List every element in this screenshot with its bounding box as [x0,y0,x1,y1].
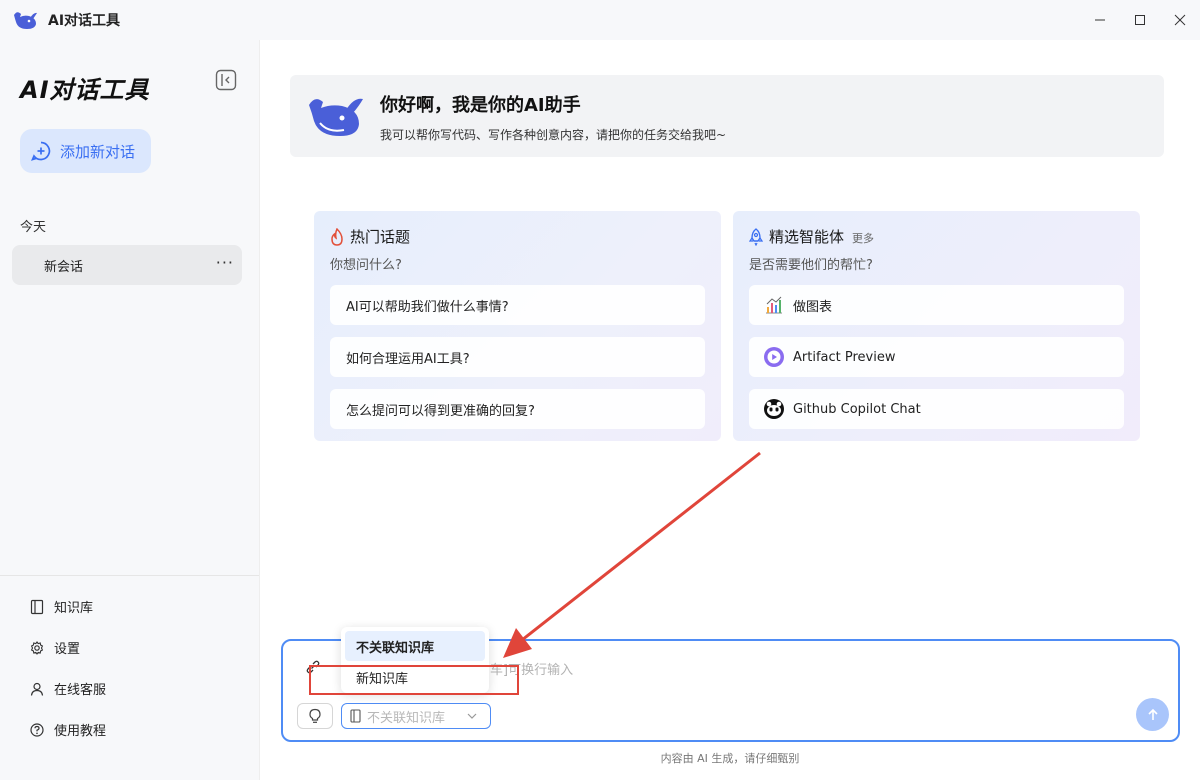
whale-logo-icon [14,12,37,30]
sidebar-divider [0,575,259,576]
knowledge-base-select[interactable]: 不关联知识库 [341,703,491,729]
new-chat-icon [31,141,51,161]
close-icon [1174,14,1186,26]
agents-title: 精选智能体 [769,228,845,246]
hot-topic-item[interactable]: AI可以帮助我们做什么事情? [330,285,705,325]
hot-topics-card: 热门话题 你想问什么? AI可以帮助我们做什么事情? 如何合理运用AI工具? 怎… [314,211,721,441]
hot-topics-subtitle: 你想问什么? [330,258,402,273]
lightbulb-icon [309,708,321,723]
agent-item-artifact-preview[interactable]: Artifact Preview [749,337,1124,377]
sidebar-item-knowledge-base[interactable]: 知识库 [30,597,93,616]
sidebar-item-label: 知识库 [54,601,94,616]
close-button[interactable] [1160,0,1200,40]
copilot-icon [764,399,784,419]
add-new-chat-button[interactable]: 添加新对话 [20,129,151,173]
whale-logo-icon [309,98,363,136]
annotation-highlight-box [309,665,519,695]
sidebar: AI对话工具 添加新对话 今天 新会话 ··· 知识库 设置 在线客服 使用教程 [0,40,260,780]
maximize-icon [1135,15,1145,25]
minimize-button[interactable] [1080,0,1120,40]
chart-icon [766,296,782,314]
sidebar-brand: AI对话工具 [20,76,150,104]
welcome-title: 你好啊，我是你的AI助手 [380,95,581,116]
footer-note: 内容由 AI 生成，请仔细甄别 [660,752,800,765]
book-icon [30,599,44,614]
agent-label: Github Copilot Chat [793,401,921,417]
section-today-label: 今天 [20,220,47,235]
sidebar-item-online-service[interactable]: 在线客服 [30,679,106,698]
sidebar-item-label: 在线客服 [54,683,107,698]
agent-label: Artifact Preview [793,349,896,365]
prompt-idea-button[interactable] [297,703,333,729]
agents-subtitle: 是否需要他们的帮忙? [749,258,873,273]
rocket-icon [749,227,763,246]
collapse-sidebar-icon[interactable] [214,68,238,92]
fire-icon [331,227,343,246]
send-button[interactable] [1136,698,1169,731]
sidebar-item-tutorial[interactable]: 使用教程 [30,720,106,739]
add-new-chat-label: 添加新对话 [60,142,136,161]
knowledge-base-select-value: 不关联知识库 [367,710,446,726]
sidebar-item-settings[interactable]: 设置 [30,638,80,657]
minimize-icon [1095,19,1105,21]
arrow-up-icon [1147,708,1158,720]
agent-item-github-copilot[interactable]: Github Copilot Chat [749,389,1124,429]
maximize-button[interactable] [1120,0,1160,40]
sidebar-item-label: 设置 [54,642,81,657]
hot-topic-item[interactable]: 怎么提问可以得到更准确的回复? [330,389,705,429]
welcome-subtitle: 我可以帮你写代码、写作各种创意内容，请把你的任务交给我吧~ [380,128,727,142]
book-icon [350,709,361,723]
sidebar-item-label: 使用教程 [54,724,107,739]
agents-more-link[interactable]: 更多 [852,230,874,246]
gear-icon [30,640,44,655]
dropdown-option-none[interactable]: 不关联知识库 [345,631,485,661]
hot-topic-item[interactable]: 如何合理运用AI工具? [330,337,705,377]
agent-item-chart[interactable]: 做图表 [749,285,1124,325]
agent-label: 做图表 [793,299,833,315]
play-icon [764,347,784,367]
session-label: 新会话 [44,259,84,275]
more-options-icon[interactable]: ··· [216,253,234,272]
app-title: AI对话工具 [48,13,121,29]
session-item[interactable]: 新会话 ··· [12,245,242,285]
chevron-down-icon [467,713,477,719]
help-icon [30,722,44,737]
title-bar: AI对话工具 [0,0,1200,40]
user-icon [30,682,44,696]
hot-topics-title: 热门话题 [350,228,411,246]
featured-agents-card: 精选智能体 更多 是否需要他们的帮忙? 做图表 Artifact Preview [733,211,1140,441]
welcome-banner: 你好啊，我是你的AI助手 我可以帮你写代码、写作各种创意内容，请把你的任务交给我… [290,75,1164,157]
